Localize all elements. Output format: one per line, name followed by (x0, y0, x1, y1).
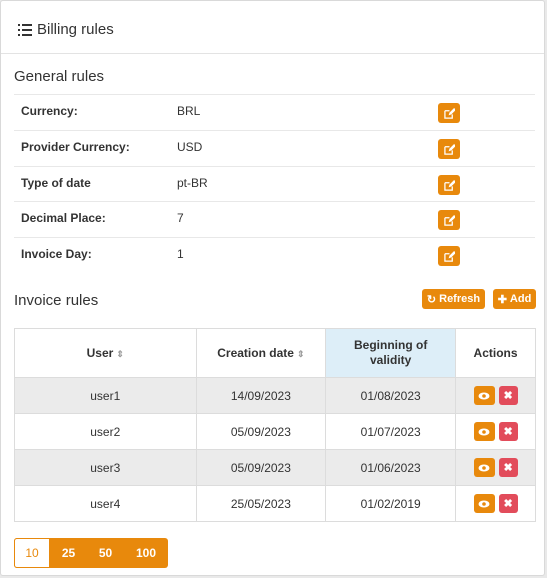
eye-icon (478, 392, 490, 399)
edit-invoice-day-button[interactable] (438, 246, 460, 266)
cell-creation-date: 05/09/2023 (195, 413, 327, 450)
rule-label: Invoice Day: (21, 247, 92, 261)
general-rules-title: General rules (14, 68, 105, 85)
page-size-50[interactable]: 50 (87, 538, 124, 568)
rule-value: 7 (177, 211, 184, 225)
edit-type-of-date-button[interactable] (438, 175, 460, 195)
add-label: Add (509, 293, 532, 305)
view-button[interactable] (473, 458, 495, 477)
rule-label: Provider Currency: (21, 140, 130, 154)
close-icon: ✖ (503, 462, 513, 474)
table-row: user1 14/09/2023 01/08/2023 ✖ (14, 377, 536, 414)
table-row: user4 25/05/2023 01/02/2019 ✖ (14, 485, 536, 522)
rule-label: Type of date (21, 176, 91, 190)
cell-creation-date: 25/05/2023 (195, 485, 327, 522)
view-button[interactable] (473, 494, 495, 513)
column-header-user[interactable]: User ⇕ (14, 328, 197, 378)
sort-icon: ⇕ (296, 349, 305, 359)
page-size-100[interactable]: 100 (124, 538, 168, 568)
edit-icon (443, 214, 455, 226)
rule-row-currency: Currency: BRL (14, 94, 535, 130)
plus-icon: ✚ (497, 293, 507, 306)
column-header-creation-date[interactable]: Creation date ⇕ (195, 328, 327, 378)
delete-button[interactable]: ✖ (498, 386, 518, 405)
page-size-10[interactable]: 10 (14, 538, 50, 568)
refresh-button[interactable]: ↻ Refresh (422, 289, 485, 309)
view-button[interactable] (473, 422, 495, 441)
delete-button[interactable]: ✖ (498, 422, 518, 441)
add-button[interactable]: ✚ Add (493, 289, 536, 309)
cell-actions: ✖ (455, 413, 536, 450)
sort-icon: ⇕ (116, 349, 124, 359)
refresh-label: Refresh (439, 293, 481, 305)
edit-provider-currency-button[interactable] (438, 139, 460, 159)
invoice-rules-title: Invoice rules (14, 292, 99, 309)
column-header-label: Creation date (217, 346, 294, 360)
eye-icon (478, 428, 490, 435)
close-icon: ✖ (503, 498, 513, 510)
cell-actions: ✖ (455, 449, 536, 486)
page-title-text: Billing rules (37, 21, 114, 38)
column-header-beginning-of-validity[interactable]: Beginning of validity (325, 328, 457, 378)
column-header-actions: Actions (455, 328, 536, 378)
refresh-icon: ↻ (426, 293, 437, 306)
rule-row-decimal-place: Decimal Place: 7 (14, 201, 535, 237)
cell-user: user4 (14, 485, 197, 522)
cell-user: user3 (14, 449, 197, 486)
column-header-label: User (86, 346, 114, 360)
rule-value: 1 (177, 247, 184, 261)
billing-rules-panel: Billing rules General rules Currency: BR… (0, 0, 545, 576)
edit-icon (443, 143, 455, 155)
page-size-25[interactable]: 25 (50, 538, 87, 568)
eye-icon (478, 464, 490, 471)
column-header-label: Actions (473, 346, 518, 360)
cell-user: user1 (14, 377, 197, 414)
edit-icon (443, 250, 455, 262)
delete-button[interactable]: ✖ (498, 494, 518, 513)
column-header-label: Beginning of validity (354, 338, 428, 367)
eye-icon (478, 500, 490, 507)
close-icon: ✖ (503, 390, 513, 402)
rule-row-invoice-day: Invoice Day: 1 (14, 237, 535, 273)
cell-beginning-of-validity: 01/06/2023 (325, 449, 457, 486)
rule-label: Decimal Place: (21, 211, 106, 225)
cell-creation-date: 14/09/2023 (195, 377, 327, 414)
panel-header: Billing rules (1, 1, 544, 54)
invoice-rules-table: User ⇕ Creation date ⇕ Beginning of validi… (14, 328, 536, 522)
page-size-selector: 10 25 50 100 (14, 538, 168, 568)
edit-decimal-place-button[interactable] (438, 210, 460, 230)
rule-value: BRL (177, 104, 201, 118)
rule-row-type-of-date: Type of date pt-BR (14, 166, 535, 202)
edit-icon (443, 107, 455, 119)
delete-button[interactable]: ✖ (498, 458, 518, 477)
cell-actions: ✖ (455, 377, 536, 414)
rule-label: Currency: (21, 104, 78, 118)
cell-user: user2 (14, 413, 197, 450)
table-row: user3 05/09/2023 01/06/2023 ✖ (14, 449, 536, 486)
page-title: Billing rules (18, 21, 114, 38)
cell-beginning-of-validity: 01/02/2019 (325, 485, 457, 522)
rule-value: pt-BR (177, 176, 208, 190)
rule-value: USD (177, 140, 203, 154)
cell-beginning-of-validity: 01/07/2023 (325, 413, 457, 450)
cell-actions: ✖ (455, 485, 536, 522)
cell-beginning-of-validity: 01/08/2023 (325, 377, 457, 414)
edit-icon (443, 179, 455, 191)
list-icon (18, 23, 32, 36)
rule-row-provider-currency: Provider Currency: USD (14, 130, 535, 166)
table-header-row: User ⇕ Creation date ⇕ Beginning of validi… (14, 328, 536, 378)
cell-creation-date: 05/09/2023 (195, 449, 327, 486)
view-button[interactable] (473, 386, 495, 405)
table-row: user2 05/09/2023 01/07/2023 ✖ (14, 413, 536, 450)
close-icon: ✖ (503, 426, 513, 438)
edit-currency-button[interactable] (438, 103, 460, 123)
